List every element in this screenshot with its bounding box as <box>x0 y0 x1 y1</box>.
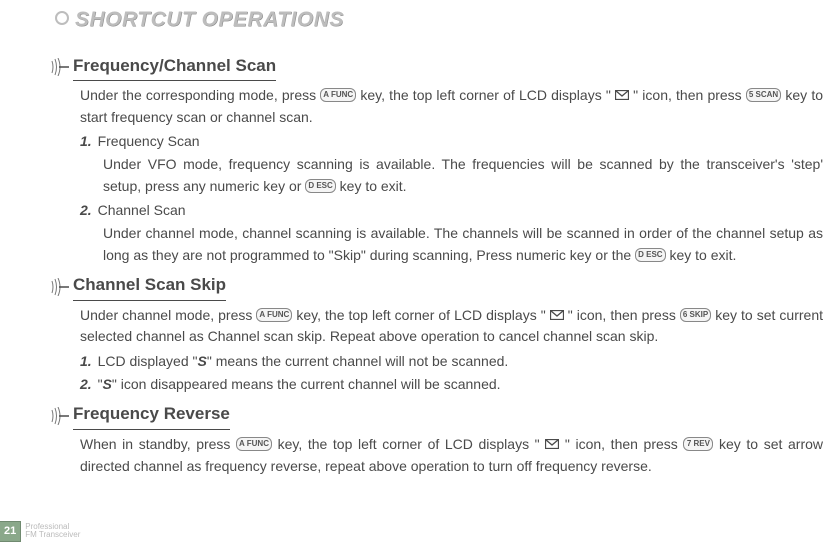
text: " icon, then press <box>565 436 683 452</box>
text: " icon, then press <box>633 87 746 103</box>
text: Frequency Scan <box>94 133 200 149</box>
text: Under VFO mode, frequency scanning is av… <box>103 156 823 194</box>
freq-scan-intro: Under the corresponding mode, press A FU… <box>80 85 823 128</box>
text: key to exit. <box>669 247 736 263</box>
section-title: Frequency/Channel Scan <box>73 53 276 81</box>
wave-icon <box>49 407 69 425</box>
section-title: Frequency Reverse <box>73 401 230 429</box>
scan-skip-item1: 1. LCD displayed "S" means the current c… <box>80 351 823 373</box>
section-heading-freq-rev: Frequency Reverse <box>49 401 823 429</box>
scan-skip-item2: 2. "S" icon disappeared means the curren… <box>80 374 823 396</box>
func-key-icon: A FUNC <box>236 437 272 451</box>
rev-key-icon: 7 REV <box>683 437 713 451</box>
text: " means the current channel will not be … <box>207 353 508 369</box>
text: Under the corresponding mode, press <box>80 87 320 103</box>
scan-key-icon: 5 SCAN <box>746 88 781 102</box>
text: " icon, then press <box>568 307 680 323</box>
esc-key-icon: D ESC <box>305 179 335 193</box>
text: " icon disappeared means the current cha… <box>112 376 501 392</box>
s-icon: S <box>103 376 112 392</box>
text: Channel Scan <box>94 202 186 218</box>
text: key, the top left corner of LCD displays… <box>360 87 615 103</box>
list-number: 2. <box>80 202 92 218</box>
ring-icon <box>55 11 69 25</box>
envelope-icon <box>550 310 564 320</box>
page-title: SHORTCUT OPERATIONS <box>55 4 344 37</box>
func-key-icon: A FUNC <box>256 308 292 322</box>
text: key, the top left corner of LCD displays… <box>278 436 546 452</box>
esc-key-icon: D ESC <box>635 248 665 262</box>
wave-icon <box>49 278 69 296</box>
list-number: 1. <box>80 133 92 149</box>
list-number: 1. <box>80 353 92 369</box>
s-icon: S <box>197 353 206 369</box>
section-heading-freq-scan: Frequency/Channel Scan <box>49 53 823 81</box>
list-number: 2. <box>80 376 92 392</box>
text: Under channel mode, press <box>80 307 256 323</box>
freq-scan-item2-body: Under channel mode, channel scanning is … <box>103 223 823 266</box>
page-number: 21 <box>0 521 21 542</box>
footer-line2: FM Transceiver <box>25 531 80 539</box>
freq-scan-item2: 2. Channel Scan <box>80 200 823 222</box>
freq-rev-intro: When in standby, press A FUNC key, the t… <box>80 434 823 477</box>
func-key-icon: A FUNC <box>320 88 356 102</box>
text: LCD displayed " <box>94 353 198 369</box>
manual-page: SHORTCUT OPERATIONS Frequency/Channel Sc… <box>0 0 838 548</box>
freq-scan-item1-body: Under VFO mode, frequency scanning is av… <box>103 154 823 197</box>
text: key, the top left corner of LCD displays… <box>296 307 549 323</box>
envelope-icon <box>545 439 559 449</box>
text: key to exit. <box>340 178 407 194</box>
page-title-text: SHORTCUT OPERATIONS <box>75 8 344 31</box>
text: " <box>94 376 103 392</box>
footer: 21 Professional FM Transceiver <box>0 521 80 542</box>
scan-skip-intro: Under channel mode, press A FUNC key, th… <box>80 305 823 348</box>
section-title: Channel Scan Skip <box>73 272 226 300</box>
section-heading-scan-skip: Channel Scan Skip <box>49 272 823 300</box>
skip-key-icon: 6 SKIP <box>680 308 711 322</box>
wave-icon <box>49 58 69 76</box>
footer-label: Professional FM Transceiver <box>25 523 80 539</box>
freq-scan-item1: 1. Frequency Scan <box>80 131 823 153</box>
text: When in standby, press <box>80 436 236 452</box>
envelope-icon <box>615 90 629 100</box>
